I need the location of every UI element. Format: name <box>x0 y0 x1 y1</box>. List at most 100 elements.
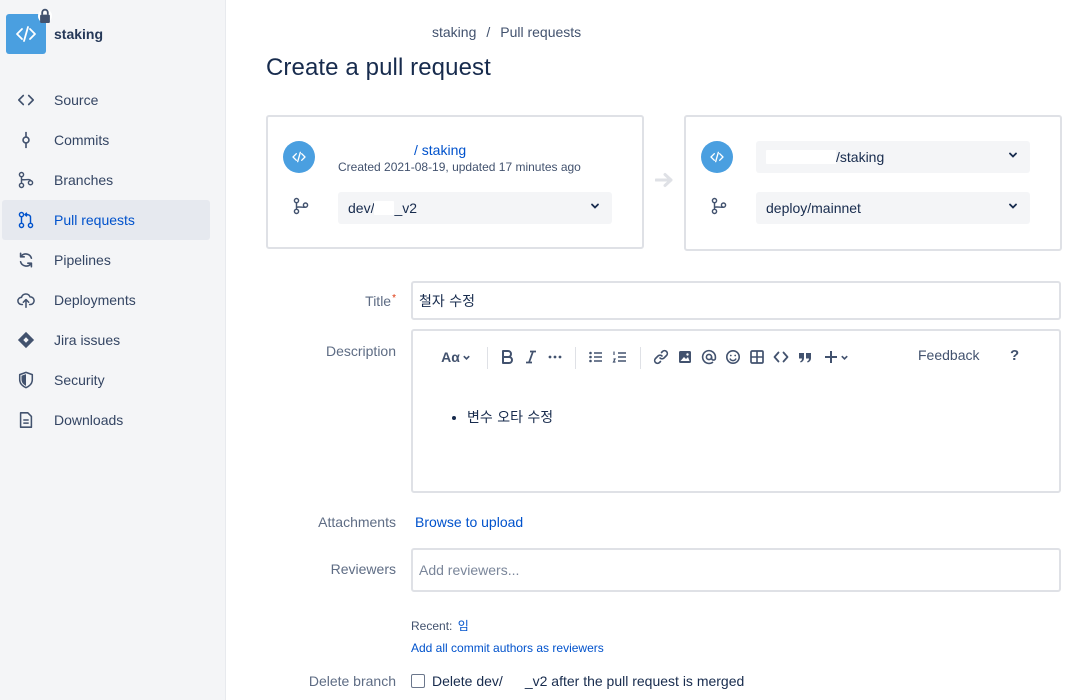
description-content[interactable]: 변수 오타 수정 <box>467 407 553 427</box>
reviewers-input[interactable]: Add reviewers... <box>411 548 1061 592</box>
delete-branch-checkbox[interactable] <box>411 674 425 688</box>
title-label-text: Title <box>365 293 392 309</box>
sidebar-item-label: Pull requests <box>54 212 135 228</box>
link-button[interactable] <box>652 347 670 367</box>
branch-icon <box>711 197 727 215</box>
table-button[interactable] <box>748 347 766 367</box>
sidebar: staking Source Commits Branches Pull req… <box>0 0 226 700</box>
sidebar-item-branches[interactable]: Branches <box>2 160 210 200</box>
source-branch-select[interactable]: dev/ _v2 <box>338 192 612 224</box>
required-marker: * <box>392 293 396 304</box>
title-input[interactable]: 철자 수정 <box>411 281 1061 320</box>
sidebar-item-jira-issues[interactable]: Jira issues <box>2 320 210 360</box>
quote-icon <box>799 353 811 363</box>
sidebar-item-commits[interactable]: Commits <box>2 120 210 160</box>
redacted-mask <box>766 150 836 164</box>
bold-button[interactable] <box>498 347 516 367</box>
code-block-button[interactable] <box>772 347 790 367</box>
link-icon <box>653 349 669 365</box>
italic-icon <box>526 350 536 364</box>
sidebar-item-deployments[interactable]: Deployments <box>2 280 210 320</box>
breadcrumb-pull-requests-link[interactable]: Pull requests <box>500 24 581 40</box>
bold-icon <box>502 350 513 364</box>
sidebar-item-label: Deployments <box>54 292 136 308</box>
editor-toolbar: Aα Feedback ? <box>413 343 1059 371</box>
recent-reviewer-link[interactable]: 임 <box>458 619 469 633</box>
attachments-label: Attachments <box>318 514 396 530</box>
code-icon <box>773 351 789 363</box>
reviewers-label: Reviewers <box>330 561 396 577</box>
numbered-list-button[interactable] <box>611 347 629 367</box>
title-label: Title* <box>246 293 396 309</box>
page-title: Create a pull request <box>266 54 491 81</box>
destination-repo-select[interactable]: /staking <box>756 141 1030 173</box>
toolbar-divider <box>487 347 488 369</box>
destination-branch-label: deploy/mainnet <box>766 200 861 216</box>
help-icon[interactable]: ? <box>1010 347 1019 364</box>
sidebar-item-downloads[interactable]: Downloads <box>2 400 210 440</box>
list-item: 변수 오타 수정 <box>467 407 553 427</box>
chevron-down-icon <box>463 355 470 360</box>
source-branch-prefix: dev/ <box>348 200 375 216</box>
recent-label: Recent: <box>411 619 453 633</box>
bullet-list-button[interactable] <box>587 347 605 367</box>
italic-button[interactable] <box>522 347 540 367</box>
sidebar-item-security[interactable]: Security <box>2 360 210 400</box>
quote-button[interactable] <box>796 347 814 367</box>
delete-branch-label: Delete branch <box>308 673 396 689</box>
browse-upload-link[interactable]: Browse to upload <box>415 514 523 530</box>
delete-branch-suffix: _v2 after the pull request is merged <box>524 673 745 689</box>
jira-icon <box>16 330 36 350</box>
source-repo-meta: Created 2021-08-19, updated 17 minutes a… <box>338 160 581 174</box>
delete-branch-option[interactable]: Delete dev/ _v2 after the pull request is… <box>411 673 744 689</box>
sidebar-nav: Source Commits Branches Pull requests Pi… <box>2 80 210 440</box>
plus-icon <box>825 351 837 363</box>
sidebar-item-pipelines[interactable]: Pipelines <box>2 240 210 280</box>
source-repo-avatar <box>283 141 315 173</box>
more-icon <box>548 355 562 359</box>
description-editor[interactable]: Aα Feedback ? 변수 오타 수정 <box>411 329 1061 493</box>
table-icon <box>750 350 764 364</box>
redacted-mask <box>374 201 395 215</box>
more-formatting-button[interactable] <box>546 347 564 367</box>
destination-card: /staking deploy/mainnet <box>684 115 1062 251</box>
image-button[interactable] <box>676 347 694 367</box>
repo-header[interactable]: staking <box>6 8 103 54</box>
code-icon <box>710 151 724 163</box>
chevron-down-icon <box>841 355 848 360</box>
breadcrumb-separator: / <box>486 24 491 40</box>
code-icon <box>292 151 306 163</box>
redacted-mask <box>502 674 525 688</box>
sidebar-item-label: Pipelines <box>54 252 111 268</box>
feedback-button[interactable]: Feedback <box>918 347 979 363</box>
commit-icon <box>16 130 36 150</box>
sidebar-item-label: Branches <box>54 172 114 188</box>
destination-branch-select[interactable]: deploy/mainnet <box>756 192 1030 224</box>
repo-avatar[interactable] <box>6 8 52 54</box>
source-card: / staking Created 2021-08-19, updated 17… <box>266 115 644 249</box>
sidebar-item-pull-requests[interactable]: Pull requests <box>2 200 210 240</box>
branch-icon <box>293 197 309 215</box>
repo-name[interactable]: staking <box>54 26 103 42</box>
breadcrumb: staking / Pull requests <box>432 24 581 40</box>
chevron-down-icon <box>1009 152 1017 158</box>
numbered-list-icon <box>612 351 626 363</box>
sidebar-item-label: Source <box>54 92 99 108</box>
breadcrumb-repo-link[interactable]: staking <box>432 24 476 40</box>
lock-icon <box>38 8 52 23</box>
arrow-right-icon <box>655 173 673 187</box>
bullet-list-icon <box>589 351 602 363</box>
mention-button[interactable] <box>700 347 718 367</box>
pipelines-icon <box>16 250 36 270</box>
emoji-icon <box>726 350 740 364</box>
text-style-button[interactable]: Aα <box>439 347 473 367</box>
pull-request-icon <box>16 210 36 230</box>
code-icon <box>16 26 36 42</box>
add-all-authors-link[interactable]: Add all commit authors as reviewers <box>411 641 604 655</box>
sidebar-item-label: Jira issues <box>54 332 121 348</box>
sidebar-item-source[interactable]: Source <box>2 80 210 120</box>
emoji-button[interactable] <box>724 347 742 367</box>
text-style-label: Aα <box>441 349 460 365</box>
insert-menu-button[interactable] <box>822 347 850 367</box>
source-repo-link[interactable]: / staking <box>414 142 466 158</box>
